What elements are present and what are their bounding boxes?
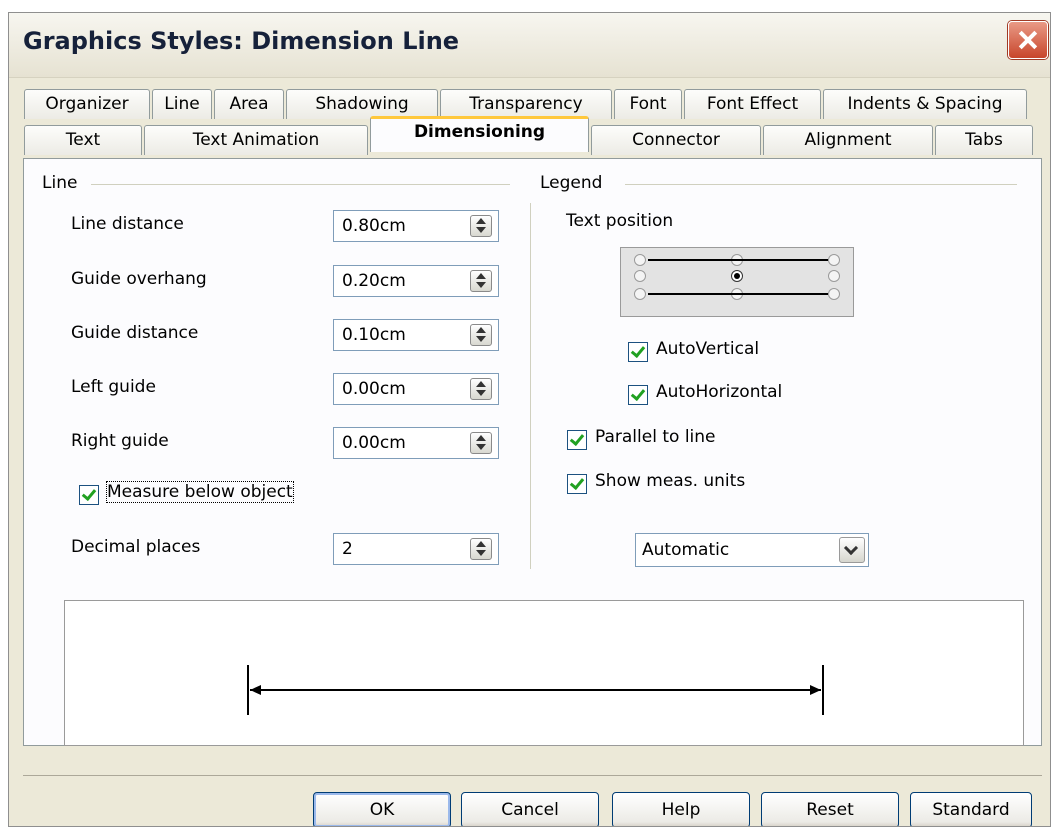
group-divider: [530, 203, 531, 569]
text-pos-top-right[interactable]: [828, 254, 840, 266]
tab-organizer[interactable]: Organizer: [24, 89, 150, 119]
window-title: Graphics Styles: Dimension Line: [23, 27, 460, 55]
text-pos-center[interactable]: [731, 270, 743, 282]
tab-font-effect[interactable]: Font Effect: [684, 89, 821, 119]
tab-line[interactable]: Line: [152, 89, 212, 119]
line-distance-field[interactable]: 0.80cm: [333, 210, 499, 242]
tab-indents-spacing[interactable]: Indents & Spacing: [823, 89, 1027, 119]
decimal-places-field[interactable]: 2: [333, 533, 499, 565]
auto-horizontal-checkbox[interactable]: [628, 385, 648, 405]
tab-shadowing[interactable]: Shadowing: [286, 89, 438, 119]
spin-arrows-icon[interactable]: [470, 270, 492, 292]
tab-text-animation[interactable]: Text Animation: [144, 125, 368, 155]
line-group-rule: [91, 184, 510, 185]
standard-button[interactable]: Standard: [910, 792, 1032, 826]
show-units-label[interactable]: Show meas. units: [595, 471, 745, 491]
show-units-checkbox[interactable]: [567, 474, 587, 494]
right-guide-field[interactable]: 0.00cm: [333, 427, 499, 459]
auto-vertical-label[interactable]: AutoVertical: [656, 339, 759, 359]
text-pos-upper-line: [648, 259, 828, 261]
text-pos-middle-left[interactable]: [634, 270, 646, 282]
right-guide-value: 0.00cm: [342, 433, 406, 453]
help-button[interactable]: Help: [612, 792, 750, 826]
text-pos-lower-line: [648, 293, 828, 295]
units-dropdown[interactable]: Automatic: [635, 533, 869, 567]
decimal-places-value: 2: [342, 539, 353, 559]
units-dropdown-value: Automatic: [642, 540, 730, 560]
tab-tabs[interactable]: Tabs: [935, 125, 1033, 155]
ok-button[interactable]: OK: [313, 792, 451, 826]
text-position-label: Text position: [566, 211, 674, 231]
tab-dimensioning[interactable]: Dimensioning: [370, 116, 589, 152]
text-pos-bottom-right[interactable]: [828, 288, 840, 300]
text-position-selector[interactable]: [620, 247, 854, 317]
guide-overhang-label: Guide overhang: [71, 269, 207, 289]
legend-group-label: Legend: [540, 173, 609, 193]
spin-arrows-icon[interactable]: [470, 215, 492, 237]
parallel-to-line-label[interactable]: Parallel to line: [595, 427, 716, 447]
auto-vertical-checkbox[interactable]: [628, 342, 648, 362]
line-distance-label: Line distance: [71, 214, 184, 234]
spin-arrows-icon[interactable]: [470, 378, 492, 400]
reset-button[interactable]: Reset: [761, 792, 899, 826]
measure-below-label[interactable]: Measure below object: [106, 481, 294, 503]
left-guide-field[interactable]: 0.00cm: [333, 373, 499, 405]
tab-connector[interactable]: Connector: [591, 125, 761, 155]
parallel-to-line-checkbox[interactable]: [567, 430, 587, 450]
tab-text[interactable]: Text: [24, 125, 142, 155]
tab-alignment[interactable]: Alignment: [763, 125, 933, 155]
dialog-window: Graphics Styles: Dimension Line Organize…: [8, 12, 1051, 827]
legend-group-rule: [625, 184, 1017, 185]
line-group-label: Line: [42, 173, 84, 193]
guide-overhang-value: 0.20cm: [342, 271, 406, 291]
spin-arrows-icon[interactable]: [470, 432, 492, 454]
measure-below-checkbox[interactable]: [79, 485, 99, 505]
button-separator: [23, 775, 1042, 776]
dropdown-arrow-icon[interactable]: [839, 537, 865, 563]
left-guide-label: Left guide: [71, 377, 156, 397]
text-pos-bottom-left[interactable]: [634, 288, 646, 300]
left-guide-value: 0.00cm: [342, 379, 406, 399]
right-guide-label: Right guide: [71, 431, 169, 451]
tab-area[interactable]: Area: [214, 89, 284, 119]
text-pos-middle-right[interactable]: [828, 270, 840, 282]
guide-distance-value: 0.10cm: [342, 325, 406, 345]
tab-font[interactable]: Font: [614, 89, 682, 119]
tab-transparency[interactable]: Transparency: [440, 89, 612, 119]
title-bar[interactable]: Graphics Styles: Dimension Line: [9, 13, 1050, 78]
decimal-places-label: Decimal places: [71, 537, 201, 557]
dimension-line-preview: [247, 665, 824, 715]
spin-arrows-icon[interactable]: [470, 538, 492, 560]
line-distance-value: 0.80cm: [342, 216, 406, 236]
guide-distance-field[interactable]: 0.10cm: [333, 319, 499, 351]
dimension-preview: [64, 600, 1024, 746]
spin-arrows-icon[interactable]: [470, 324, 492, 346]
guide-overhang-field[interactable]: 0.20cm: [333, 265, 499, 297]
cancel-button[interactable]: Cancel: [461, 792, 599, 826]
text-pos-top-left[interactable]: [634, 254, 646, 266]
close-icon[interactable]: [1008, 21, 1048, 59]
auto-horizontal-label[interactable]: AutoHorizontal: [656, 382, 782, 402]
guide-distance-label: Guide distance: [71, 323, 199, 343]
